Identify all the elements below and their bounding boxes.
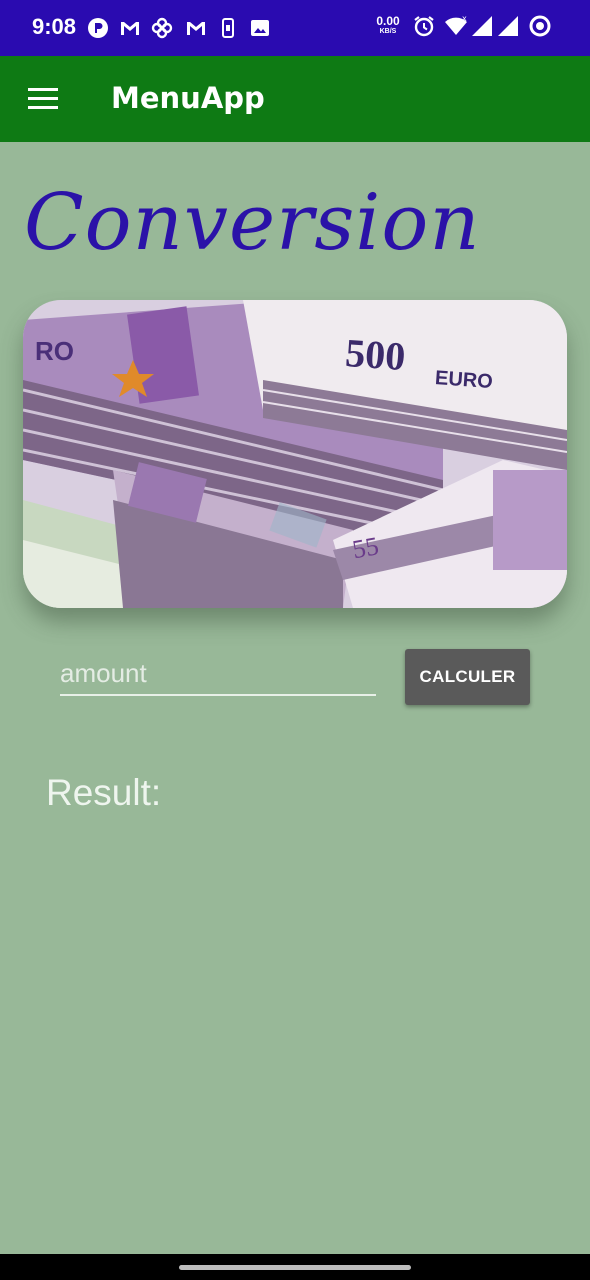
pinwheel-icon — [150, 16, 174, 40]
svg-text:x: x — [462, 14, 467, 23]
svg-text:55: 55 — [350, 531, 381, 564]
network-speed: 0.00 KB/S — [372, 14, 404, 36]
result-label: Result: — [46, 772, 162, 813]
wifi-icon: x — [444, 14, 468, 38]
app-bar: MenuApp — [0, 56, 590, 142]
sim-icon — [216, 16, 240, 40]
ring-icon — [528, 14, 552, 38]
svg-text:EURO: EURO — [434, 367, 493, 393]
amount-input[interactable] — [60, 652, 376, 696]
alarm-icon — [412, 14, 436, 38]
page-heading: Conversion — [24, 178, 481, 268]
r-app-icon — [86, 16, 110, 40]
navigation-bar — [0, 1254, 590, 1280]
status-bar: 9:08 0.00 KB/S x — [0, 0, 590, 56]
calculate-button[interactable]: CALCULER — [405, 649, 530, 705]
signal-icon — [496, 14, 520, 38]
signal-icon — [470, 14, 494, 38]
gmail-icon — [184, 16, 208, 40]
network-speed-unit: KB/S — [379, 28, 397, 35]
home-indicator[interactable] — [179, 1265, 411, 1270]
app-title: MenuApp — [111, 81, 265, 115]
hamburger-menu-icon[interactable] — [28, 88, 58, 110]
banknotes-image: RO 500 EURO 55 — [23, 300, 567, 608]
status-time: 9:08 — [32, 14, 77, 39]
network-speed-value: 0.00 — [376, 14, 400, 28]
image-icon — [248, 16, 272, 40]
svg-text:500: 500 — [344, 330, 407, 379]
svg-text:RO: RO — [35, 336, 74, 366]
gmail-icon — [118, 16, 142, 40]
